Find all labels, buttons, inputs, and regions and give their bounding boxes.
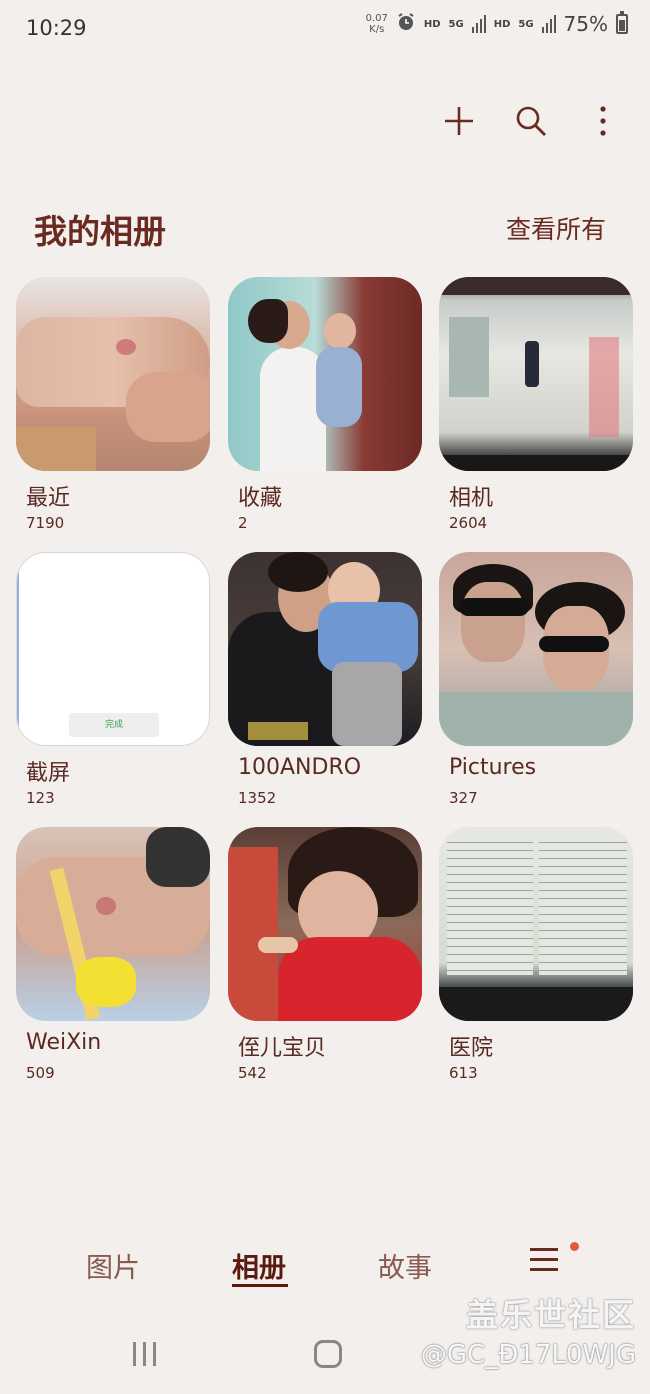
album-camera[interactable]: 相机 2604 bbox=[439, 277, 633, 532]
album-count: 7190 bbox=[26, 514, 65, 532]
view-all-link[interactable]: 查看所有 bbox=[506, 210, 606, 246]
hd-label-2: HD bbox=[493, 18, 511, 30]
album-count: 2604 bbox=[449, 514, 488, 532]
album-weixin[interactable]: WeiXin 509 bbox=[16, 827, 210, 1082]
recent-apps-icon[interactable] bbox=[133, 1342, 156, 1366]
album-screenshots[interactable]: 完成 截屏 123 bbox=[16, 552, 210, 807]
tab-albums[interactable]: 相册 bbox=[232, 1246, 286, 1285]
battery-percent: 75% bbox=[563, 12, 608, 36]
album-thumbnail bbox=[228, 277, 422, 471]
tab-stories[interactable]: 故事 bbox=[378, 1246, 432, 1285]
album-thumbnail: 完成 bbox=[16, 552, 210, 746]
album-count: 542 bbox=[238, 1064, 267, 1082]
thumb-done-button: 完成 bbox=[69, 713, 159, 737]
album-name: Pictures bbox=[449, 755, 537, 780]
home-icon[interactable] bbox=[314, 1340, 342, 1368]
more-vert-icon[interactable] bbox=[586, 104, 620, 138]
album-thumbnail bbox=[439, 552, 633, 746]
album-name: 收藏 bbox=[238, 486, 283, 511]
signal-icon bbox=[471, 15, 486, 33]
album-name: 截屏 bbox=[26, 761, 71, 786]
album-recent[interactable]: 最近 7190 bbox=[16, 277, 210, 532]
status-icons: 0.07 K/s HD 5G HD 5G 75% bbox=[365, 11, 628, 36]
album-name: 100ANDRO bbox=[238, 755, 362, 780]
network-type-label: 5G bbox=[448, 18, 464, 30]
battery-icon bbox=[616, 11, 628, 34]
album-thumbnail bbox=[16, 827, 210, 1021]
album-thumbnail bbox=[16, 277, 210, 471]
search-icon[interactable] bbox=[514, 104, 548, 138]
album-count: 509 bbox=[26, 1064, 55, 1082]
active-tab-indicator bbox=[232, 1284, 288, 1287]
top-toolbar bbox=[442, 104, 620, 138]
menu-icon[interactable] bbox=[530, 1248, 558, 1274]
alarm-icon bbox=[396, 12, 416, 36]
album-thumbnail bbox=[228, 827, 422, 1021]
album-100andro[interactable]: 100ANDRO 1352 bbox=[228, 552, 422, 807]
album-count: 613 bbox=[449, 1064, 478, 1082]
signal-icon-2 bbox=[541, 15, 556, 33]
album-thumbnail bbox=[439, 827, 633, 1021]
status-time: 10:29 bbox=[26, 16, 87, 40]
hd-label: HD bbox=[423, 18, 441, 30]
album-pictures[interactable]: Pictures 327 bbox=[439, 552, 633, 807]
album-nephew[interactable]: 侄儿宝贝 542 bbox=[228, 827, 422, 1082]
status-bar: 10:29 0.07 K/s HD 5G HD 5G 75% bbox=[0, 0, 650, 56]
album-hospital[interactable]: 医院 613 bbox=[439, 827, 633, 1082]
album-favorites[interactable]: 收藏 2 bbox=[228, 277, 422, 532]
system-navigation-bar bbox=[0, 1330, 650, 1380]
tab-pictures[interactable]: 图片 bbox=[86, 1246, 140, 1285]
album-name: 侄儿宝贝 bbox=[238, 1036, 327, 1061]
notification-dot bbox=[570, 1242, 579, 1251]
network-speed: 0.07 K/s bbox=[365, 13, 388, 35]
page-title: 我的相册 bbox=[34, 212, 166, 251]
album-name: 相机 bbox=[449, 486, 494, 511]
album-thumbnail bbox=[439, 277, 633, 471]
album-count: 2 bbox=[238, 514, 248, 532]
album-name: 最近 bbox=[26, 486, 71, 511]
album-name: WeiXin bbox=[26, 1030, 102, 1055]
album-count: 327 bbox=[449, 789, 478, 807]
album-count: 123 bbox=[26, 789, 55, 807]
network-type-label-2: 5G bbox=[518, 18, 534, 30]
album-count: 1352 bbox=[238, 789, 277, 807]
plus-icon[interactable] bbox=[442, 104, 476, 138]
bottom-navigation: 图片 相册 故事 bbox=[0, 1236, 650, 1296]
album-thumbnail bbox=[228, 552, 422, 746]
album-name: 医院 bbox=[449, 1036, 494, 1061]
